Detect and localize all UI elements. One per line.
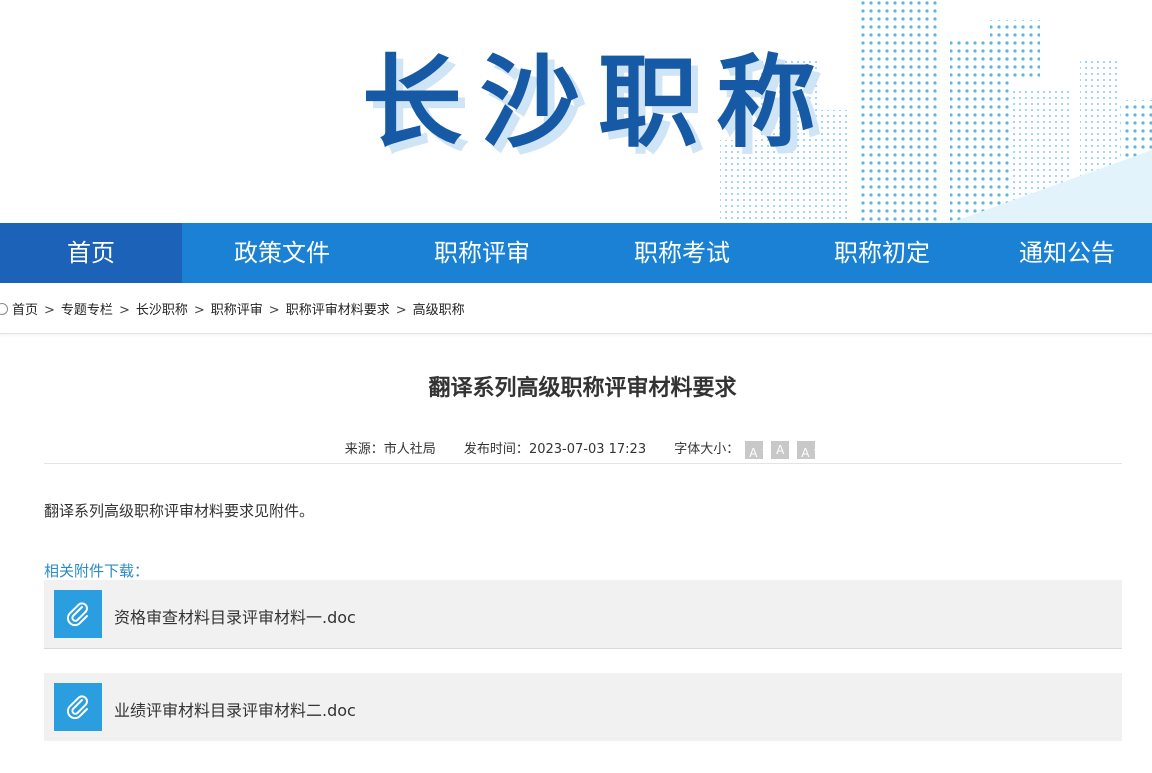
breadcrumb-item-senior[interactable]: 高级职称 — [413, 303, 465, 318]
breadcrumb-separator: > — [268, 303, 280, 318]
site-banner: 长沙职称 — [0, 0, 1152, 223]
site-title: 长沙职称 — [362, 44, 834, 161]
breadcrumb-bar: 首页 > 专题专栏 > 长沙职称 > 职称评审 > 职称评审材料要求 > 高级职称 — [0, 283, 1152, 334]
breadcrumb-item-home[interactable]: 首页 — [12, 303, 38, 318]
font-normal-button[interactable]: A — [771, 440, 790, 459]
nav-item-policy[interactable]: 政策文件 — [182, 223, 382, 283]
font-decrease-button[interactable]: A- — [797, 440, 816, 460]
article-title: 翻译系列高级职称评审材料要求 — [428, 376, 737, 401]
article-body: 翻译系列高级职称评审材料要求见附件。 — [44, 502, 315, 520]
article-meta: 来源：市人社局 发布时间：2023-07-03 17:23 字体大小： A + A A - — [0, 438, 1152, 460]
breadcrumb-separator: > — [118, 303, 130, 318]
breadcrumb-separator: > — [44, 303, 55, 318]
source-label: 来源：市人社局 — [344, 442, 436, 457]
breadcrumb-item-special[interactable]: 专题专栏 — [61, 303, 113, 318]
breadcrumb: 首页 > 专题专栏 > 长沙职称 > 职称评审 > 职称评审材料要求 > 高级职称 — [0, 299, 465, 318]
font-size-label: 字体大小： — [674, 442, 740, 457]
breadcrumb-separator: > — [193, 303, 205, 318]
breadcrumb-item-changsha[interactable]: 长沙职称 — [136, 303, 188, 318]
location-icon — [0, 303, 8, 315]
nav-item-home[interactable]: 首页 — [0, 223, 182, 283]
font-increase-button[interactable]: A + — [745, 440, 768, 460]
nav-item-exam[interactable]: 职称考试 — [582, 223, 782, 283]
nav-item-notice[interactable]: 通知公告 — [982, 223, 1152, 283]
attachment-item[interactable]: 业绩评审材料目录评审材料二.doc — [44, 673, 1122, 741]
date-info: 发布时间：2023-07-03 17:23 — [463, 442, 647, 457]
main-nav: 首页 政策文件 职称评审 职称考试 职称初定 通知公告 — [0, 223, 1152, 283]
breadcrumb-item-requirements[interactable]: 职称评审材料要求 — [286, 303, 390, 318]
attachment-name[interactable]: 资格审查材料目录评审材料一.doc — [114, 604, 356, 628]
attachment-item[interactable]: 资格审查材料目录评审材料一.doc — [44, 580, 1122, 649]
meta-divider — [44, 463, 1122, 464]
nav-item-initial[interactable]: 职称初定 — [782, 223, 982, 283]
paperclip-icon — [54, 683, 102, 731]
attachments-heading: 相关附件下载： — [44, 562, 150, 580]
breadcrumb-item-review[interactable]: 职称评审 — [211, 303, 263, 318]
nav-item-review[interactable]: 职称评审 — [382, 223, 582, 283]
paperclip-icon — [54, 590, 102, 638]
attachment-name[interactable]: 业绩评审材料目录评审材料二.doc — [114, 697, 356, 721]
breadcrumb-separator: > — [395, 303, 407, 318]
